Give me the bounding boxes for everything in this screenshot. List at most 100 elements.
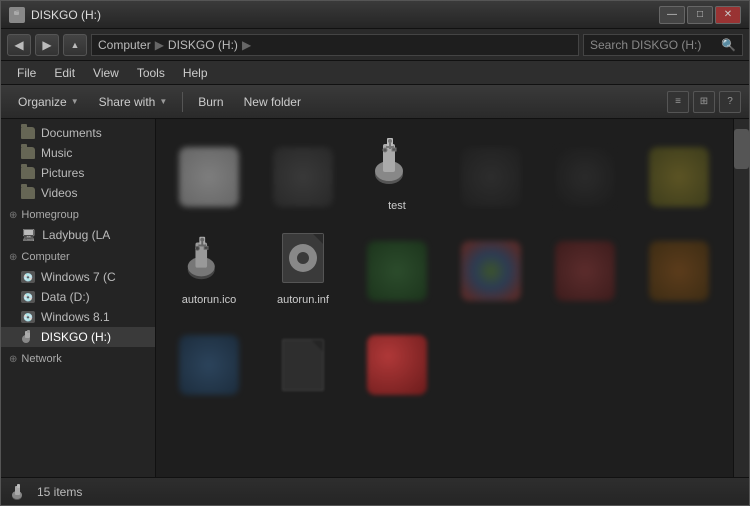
window-controls: — □ ✕ <box>659 6 741 24</box>
list-item[interactable]: autorun.inf <box>258 221 348 311</box>
close-button[interactable]: ✕ <box>715 6 741 24</box>
status-item-count: 15 items <box>37 485 82 499</box>
list-item[interactable] <box>446 127 536 217</box>
sidebar-item-videos[interactable]: Videos <box>1 183 155 203</box>
file-label-autorun-inf: autorun.inf <box>277 294 329 307</box>
menu-file[interactable]: File <box>9 64 44 82</box>
notepad-corner <box>313 234 323 244</box>
sidebar-label-videos: Videos <box>41 186 77 200</box>
sidebar-computer-label: Computer <box>21 251 69 263</box>
sidebar-label-diskgo: DISKGO (H:) <box>41 330 111 344</box>
sidebar-item-documents[interactable]: Documents <box>1 123 155 143</box>
up-button[interactable]: ▲ <box>63 34 87 56</box>
blurred-file-icon-5 <box>555 147 615 207</box>
sidebar-item-windows7[interactable]: 💿 Windows 7 (C <box>1 267 155 287</box>
toolbar-sep1 <box>182 92 183 112</box>
notepad-bg <box>282 233 324 283</box>
list-item[interactable]: test <box>352 127 442 217</box>
sidebar-label-pictures: Pictures <box>41 166 84 180</box>
menu-view[interactable]: View <box>85 64 127 82</box>
menu-edit[interactable]: Edit <box>46 64 83 82</box>
gear-hole <box>297 252 309 264</box>
folder-icon-pictures <box>21 167 35 179</box>
list-item[interactable] <box>634 221 724 311</box>
titlebar: DISKGO (H:) — □ ✕ <box>1 1 749 29</box>
sidebar-item-windows81[interactable]: 💿 Windows 8.1 <box>1 307 155 327</box>
file-icon-15 <box>365 333 429 397</box>
burn-button[interactable]: Burn <box>189 89 232 115</box>
breadcrumb-computer[interactable]: Computer <box>98 38 151 52</box>
doc-icon <box>282 339 324 391</box>
file-icon-4 <box>459 145 523 209</box>
breadcrumb[interactable]: Computer ▶ DISKGO (H:) ▶ <box>91 34 579 56</box>
breadcrumb-diskgo[interactable]: DISKGO (H:) <box>168 38 238 52</box>
minimize-button[interactable]: — <box>659 6 685 24</box>
list-item[interactable] <box>352 221 442 311</box>
list-item[interactable] <box>258 315 348 405</box>
sidebar-label-windows7: Windows 7 (C <box>41 270 116 284</box>
file-icon-1 <box>177 145 241 209</box>
blurred-file-icon-6 <box>649 147 709 207</box>
sidebar-label-data: Data (D:) <box>41 290 90 304</box>
blurred-file-icon-11 <box>555 241 615 301</box>
sidebar-label-documents: Documents <box>41 126 102 140</box>
help-button[interactable]: ? <box>719 91 741 113</box>
sidebar-item-music[interactable]: Music <box>1 143 155 163</box>
organize-arrow: ▼ <box>71 97 79 106</box>
toolbar: Organize ▼ Share with ▼ Burn New folder … <box>1 85 749 119</box>
list-item[interactable] <box>352 315 442 405</box>
share-button[interactable]: Share with ▼ <box>90 89 177 115</box>
sidebar-homegroup-header[interactable]: ⊕ Homegroup <box>1 205 155 225</box>
sidebar-section-computer: ⊕ Computer 💿 Windows 7 (C 💿 Data (D:) 💿 … <box>1 247 155 347</box>
file-icon-11 <box>553 239 617 303</box>
menu-help[interactable]: Help <box>175 64 216 82</box>
blurred-file-icon-2 <box>273 147 333 207</box>
file-label-test: test <box>388 200 406 213</box>
list-item[interactable] <box>164 315 254 405</box>
status-usb-icon <box>9 482 29 502</box>
search-placeholder: Search DISKGO (H:) <box>590 38 701 52</box>
organize-button[interactable]: Organize ▼ <box>9 89 88 115</box>
forward-button[interactable]: ▶ <box>35 34 59 56</box>
view-details-button[interactable]: ≡ <box>667 91 689 113</box>
sidebar-item-diskgo[interactable]: DISKGO (H:) <box>1 327 155 347</box>
file-icon-13 <box>177 333 241 397</box>
menu-tools[interactable]: Tools <box>129 64 173 82</box>
disk-icon-windows7: 💿 <box>21 271 35 283</box>
scrollbar-thumb[interactable] <box>734 129 749 169</box>
list-item[interactable] <box>258 127 348 217</box>
list-item[interactable] <box>540 127 630 217</box>
file-icon-10 <box>459 239 523 303</box>
organize-label: Organize <box>18 95 67 109</box>
file-icon-9 <box>365 239 429 303</box>
sidebar-section-network: ⊕ Network <box>1 349 155 369</box>
list-item[interactable] <box>446 221 536 311</box>
list-item[interactable] <box>634 127 724 217</box>
view-grid-button[interactable]: ⊞ <box>693 91 715 113</box>
search-box[interactable]: Search DISKGO (H:) 🔍 <box>583 34 743 56</box>
share-label: Share with <box>99 95 156 109</box>
scrollbar[interactable] <box>733 119 749 477</box>
maximize-button[interactable]: □ <box>687 6 713 24</box>
list-item[interactable] <box>164 127 254 217</box>
breadcrumb-sep2: ▶ <box>242 38 251 52</box>
new-folder-button[interactable]: New folder <box>235 89 310 115</box>
sidebar-item-pictures[interactable]: Pictures <box>1 163 155 183</box>
back-button[interactable]: ◀ <box>7 34 31 56</box>
file-icon-5 <box>553 145 617 209</box>
usb-icon-svg <box>10 483 28 501</box>
sidebar-item-data[interactable]: 💿 Data (D:) <box>1 287 155 307</box>
sidebar-network-header[interactable]: ⊕ Network <box>1 349 155 369</box>
list-item[interactable] <box>540 221 630 311</box>
sidebar-computer-header[interactable]: ⊕ Computer <box>1 247 155 267</box>
sidebar-item-ladybug[interactable]: 🖥 Ladybug (LA <box>1 225 155 245</box>
homegroup-icon: ⊕ <box>9 210 17 221</box>
usb-test-icon <box>365 132 429 196</box>
blurred-file-icon-15 <box>367 335 427 395</box>
doc-corner <box>311 340 323 352</box>
usb-test-svg <box>367 134 427 194</box>
disk-icon-windows81: 💿 <box>21 311 35 323</box>
list-item[interactable]: autorun.ico <box>164 221 254 311</box>
gear-circle <box>289 244 317 272</box>
titlebar-left: DISKGO (H:) <box>9 7 101 23</box>
